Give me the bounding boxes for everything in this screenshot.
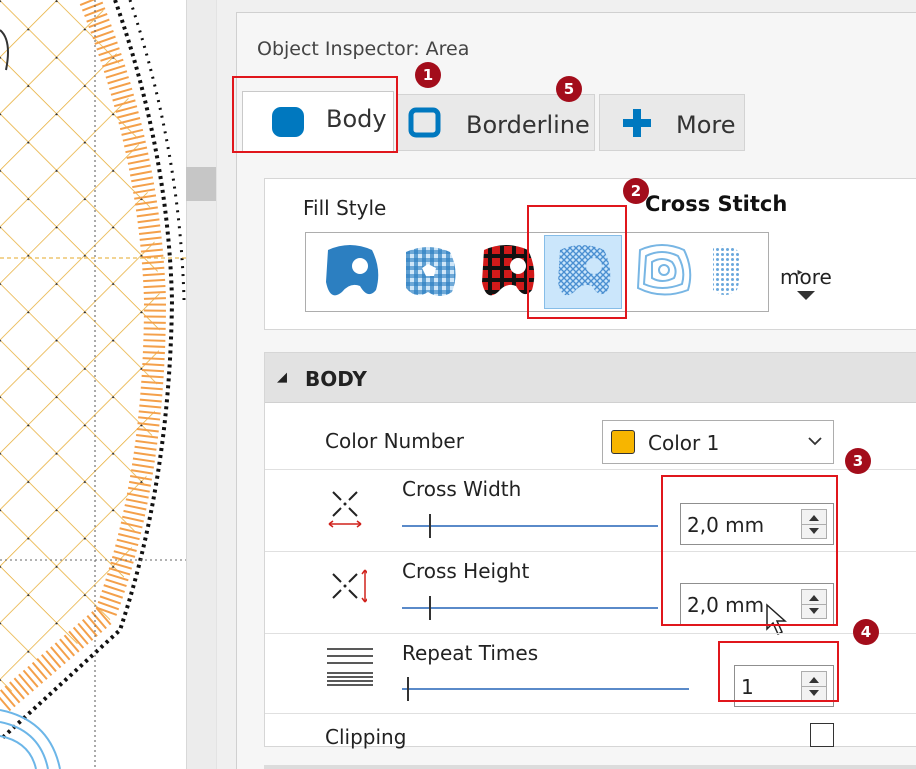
cross-height-label: Cross Height: [402, 559, 530, 583]
tab-more-label: More: [676, 111, 736, 139]
cross-width-input[interactable]: 2,0 mm: [680, 503, 834, 545]
cross-height-slider[interactable]: [402, 607, 658, 609]
step-badge-4: 4: [853, 619, 879, 645]
contour-fill-thumbnail[interactable]: [624, 235, 702, 309]
step-badge-1: 1: [415, 62, 441, 88]
gingham-fill-thumbnail[interactable]: [390, 235, 468, 309]
chevron-down-icon: [808, 437, 822, 446]
more-dropdown-icon[interactable]: [797, 291, 815, 300]
design-canvas[interactable]: [0, 0, 186, 769]
row-divider: [265, 713, 916, 714]
step-badge-3: 3: [845, 448, 871, 474]
row-divider: [265, 551, 916, 552]
cross-width-label: Cross Width: [402, 477, 522, 501]
cross-height-spinner[interactable]: [801, 589, 827, 619]
clipping-label: Clipping: [325, 725, 407, 749]
cross-height-input[interactable]: 2,0 mm: [680, 583, 834, 625]
next-section-edge: [264, 765, 916, 769]
object-inspector: Object Inspector: Area Body Borderline M…: [236, 12, 916, 769]
collapse-triangle-icon[interactable]: ◢: [277, 370, 287, 385]
fill-style-label: Fill Style: [303, 196, 387, 220]
inspector-title: Object Inspector: Area: [257, 38, 470, 60]
body-properties-section: ◢ BODY Color Number Color 1 Cross Width …: [264, 352, 916, 749]
plus-icon: [622, 108, 652, 144]
panel-splitter[interactable]: [216, 0, 236, 769]
motif-fill-thumbnail[interactable]: [700, 235, 750, 309]
color-number-value: Color 1: [648, 431, 720, 455]
fill-style-gallery[interactable]: ▸: [305, 232, 803, 312]
row-divider: [265, 469, 916, 470]
borderline-icon: [408, 107, 442, 145]
repeat-times-value: 1: [741, 675, 754, 699]
mouse-cursor-icon: [766, 603, 787, 636]
body-icon: [271, 106, 305, 144]
color-number-label: Color Number: [325, 429, 464, 453]
tartan-fill-thumbnail[interactable]: [468, 235, 546, 309]
fill-style-section: Fill Style Cross Stitch ▸ more: [264, 178, 916, 330]
repeat-lines-icon: [325, 646, 375, 692]
canvas-scrollbar[interactable]: [186, 0, 216, 769]
repeat-times-label: Repeat Times: [402, 641, 539, 665]
tab-body-label: Body: [326, 105, 387, 133]
cross-width-value: 2,0 mm: [687, 513, 765, 537]
cross-height-slider-handle[interactable]: [429, 596, 431, 620]
cross-height-value: 2,0 mm: [687, 593, 765, 617]
repeat-times-spinner[interactable]: [801, 671, 827, 701]
cross-width-spinner[interactable]: [801, 509, 827, 539]
repeat-times-slider-handle[interactable]: [407, 677, 409, 701]
selected-fill-name: Cross Stitch: [645, 192, 788, 216]
tab-body[interactable]: Body: [242, 91, 394, 151]
body-section-title: BODY: [305, 367, 367, 391]
cross-width-icon: [327, 486, 363, 532]
satin-fill-thumbnail[interactable]: [312, 235, 390, 309]
more-styles-button[interactable]: more: [780, 265, 832, 289]
canvas-scrollbar-thumb[interactable]: [186, 167, 216, 201]
cross-width-slider-handle[interactable]: [429, 514, 431, 538]
tab-borderline-label: Borderline: [466, 111, 590, 139]
repeat-times-slider[interactable]: [402, 688, 689, 690]
tab-borderline[interactable]: Borderline: [397, 94, 595, 151]
body-section-header[interactable]: ◢ BODY: [265, 353, 916, 403]
row-divider: [265, 633, 916, 634]
tab-more[interactable]: More: [599, 94, 745, 151]
cross-stitch-fill-thumbnail[interactable]: [544, 235, 622, 309]
repeat-times-input[interactable]: 1: [734, 665, 834, 707]
color-swatch: [611, 430, 635, 454]
step-badge-2: 2: [623, 178, 649, 204]
cross-height-icon: [327, 568, 369, 614]
embroidery-preview: [0, 0, 186, 769]
step-badge-5: 5: [556, 76, 582, 102]
cross-width-slider[interactable]: [402, 525, 658, 527]
clipping-checkbox[interactable]: [810, 723, 834, 747]
color-number-select[interactable]: Color 1: [602, 420, 834, 464]
